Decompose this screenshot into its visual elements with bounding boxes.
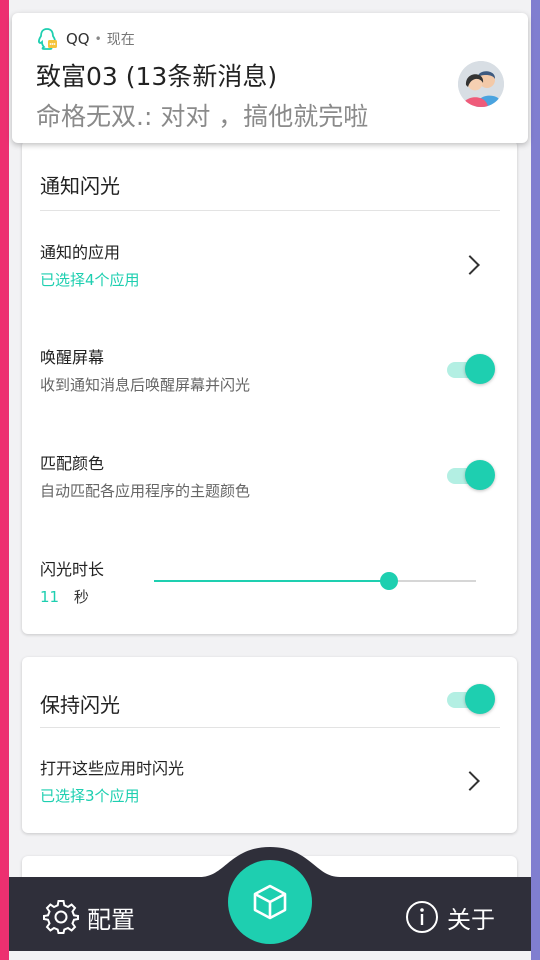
flash-duration-unit: 秒 (73, 588, 89, 606)
gear-icon (43, 900, 79, 934)
card-title-flash: 通知闪光 (40, 174, 120, 198)
notified-apps-label: 通知的应用 (40, 243, 121, 262)
flash-duration-row: 闪光时长 11 秒 (22, 540, 517, 620)
config-nav-label: 配置 (87, 905, 135, 934)
keep-flash-apps-row[interactable]: 打开这些应用时闪光 已选择3个应用 (22, 737, 517, 827)
keep-flash-apps-label: 打开这些应用时闪光 (40, 759, 185, 778)
wake-screen-description: 收到通知消息后唤醒屏幕并闪光 (40, 376, 251, 394)
notification-header: QQ • 现在 (36, 27, 135, 51)
wake-screen-row: 唤醒屏幕 收到通知消息后唤醒屏幕并闪光 (22, 328, 517, 408)
qq-penguin-icon (38, 28, 57, 50)
card-divider (40, 727, 500, 728)
info-icon (406, 901, 438, 933)
config-nav-button[interactable]: 配置 (43, 897, 135, 937)
flash-duration-number: 11 (40, 588, 60, 606)
slider-thumb[interactable] (380, 572, 399, 590)
chevron-right-icon (460, 771, 480, 791)
keep-flash-apps-count: 已选择3个应用 (40, 787, 140, 805)
notification-title: 致富03 (13条新消息) (36, 62, 278, 91)
about-nav-button[interactable]: 关于 (405, 897, 495, 937)
flash-duration-label: 闪光时长 (40, 560, 105, 579)
separator-dot: • (94, 32, 102, 46)
notification-app-name: QQ (66, 30, 90, 48)
notified-apps-row[interactable]: 通知的应用 已选择4个应用 (22, 220, 517, 310)
group-avatar-image (458, 61, 504, 107)
chevron-right-icon (460, 255, 480, 275)
keep-flash-card: 保持闪光 打开这些应用时闪光 已选择3个应用 (22, 657, 517, 833)
center-cube-button[interactable] (228, 860, 312, 944)
match-color-description: 自动匹配各应用程序的主题颜色 (40, 482, 251, 500)
notification-time: 现在 (106, 32, 135, 48)
keep-flash-toggle[interactable] (445, 684, 495, 714)
match-color-label: 匹配颜色 (40, 454, 105, 473)
toggle-knob (465, 354, 495, 384)
card-divider (40, 210, 500, 211)
notification-message: 命格无双.: 对对 ，搞他就完啦 (36, 102, 369, 131)
flash-duration-slider[interactable] (154, 570, 476, 592)
group-avatar (458, 61, 504, 107)
notification-flash-card: 通知闪光 通知的应用 已选择4个应用 唤醒屏幕 收到通知消息后唤醒屏幕并闪光 匹… (22, 140, 517, 634)
notification-banner[interactable]: QQ • 现在 致富03 (13条新消息) 命格无双.: 对对 ，搞他就完啦 (12, 13, 528, 143)
slider-fill (154, 580, 390, 582)
card-title-keep: 保持闪光 (40, 693, 120, 717)
match-color-row: 匹配颜色 自动匹配各应用程序的主题颜色 (22, 434, 517, 514)
wake-screen-label: 唤醒屏幕 (40, 348, 105, 367)
cube-icon (253, 884, 287, 920)
toggle-knob (465, 684, 495, 714)
notified-apps-count: 已选择4个应用 (40, 271, 140, 289)
toggle-knob (465, 460, 495, 490)
about-nav-label: 关于 (447, 905, 495, 934)
flash-duration-value: 11 秒 (40, 586, 89, 607)
match-color-toggle[interactable] (445, 460, 495, 490)
wake-screen-toggle[interactable] (445, 354, 495, 384)
